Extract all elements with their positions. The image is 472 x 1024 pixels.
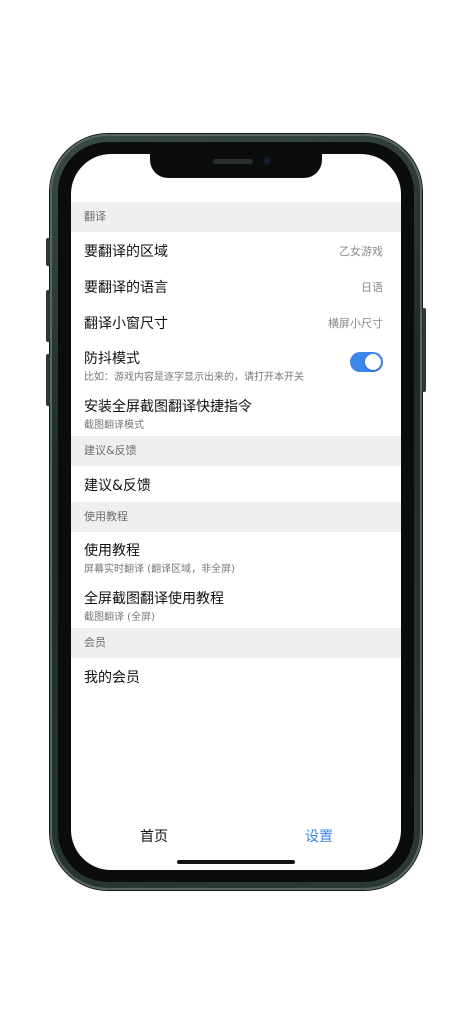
volume-down-button — [46, 354, 50, 406]
setting-subtitle: 屏幕实时翻译 (翻译区域，非全屏) — [84, 564, 235, 575]
settings-list: 翻译 要翻译的区域 乙女游戏 要翻译的语言 日语 翻译小窗尺寸 横屏小尺寸 防抖… — [71, 202, 401, 694]
home-indicator[interactable] — [177, 860, 295, 864]
setting-value: 乙女游戏 — [339, 245, 383, 258]
setting-feedback[interactable]: 建议&反馈 — [71, 466, 401, 502]
setting-subtitle: 截图翻译模式 — [84, 420, 144, 431]
setting-title: 安装全屏截图翻译快捷指令 — [84, 399, 252, 415]
silent-switch — [46, 238, 50, 266]
tab-bar: 首页 设置 — [71, 822, 401, 852]
setting-title: 我的会员 — [84, 670, 140, 686]
setting-usage-tutorial[interactable]: 使用教程 屏幕实时翻译 (翻译区域，非全屏) — [71, 532, 401, 580]
setting-my-membership[interactable]: 我的会员 — [71, 658, 401, 694]
setting-install-shortcut[interactable]: 安装全屏截图翻译快捷指令 截图翻译模式 — [71, 388, 401, 436]
setting-translate-language[interactable]: 要翻译的语言 日语 — [71, 268, 401, 304]
setting-value: 日语 — [361, 281, 383, 294]
setting-title: 防抖模式 — [84, 351, 140, 367]
setting-title: 要翻译的区域 — [84, 244, 168, 260]
section-header-tutorial: 使用教程 — [71, 502, 401, 532]
toggle-switch-icon[interactable] — [350, 352, 383, 372]
front-camera-icon — [263, 157, 271, 165]
notch — [150, 154, 322, 178]
volume-up-button — [46, 290, 50, 342]
toggle-knob — [365, 354, 381, 370]
setting-title: 使用教程 — [84, 543, 140, 559]
setting-window-size[interactable]: 翻译小窗尺寸 横屏小尺寸 — [71, 304, 401, 340]
power-button — [422, 308, 426, 392]
tab-home[interactable]: 首页 — [140, 826, 168, 846]
setting-fullscreen-tutorial[interactable]: 全屏截图翻译使用教程 截图翻译 (全屏) — [71, 580, 401, 628]
setting-subtitle: 截图翻译 (全屏) — [84, 612, 155, 623]
page: 翻译 要翻译的区域 乙女游戏 要翻译的语言 日语 翻译小窗尺寸 横屏小尺寸 防抖… — [0, 0, 472, 1024]
setting-title: 建议&反馈 — [84, 478, 151, 494]
section-header-translate: 翻译 — [71, 202, 401, 232]
setting-subtitle: 比如：游戏内容是逐字显示出来的，请打开本开关 — [84, 372, 304, 383]
setting-anti-shake: 防抖模式 比如：游戏内容是逐字显示出来的，请打开本开关 — [71, 340, 401, 388]
tab-settings[interactable]: 设置 — [305, 826, 333, 846]
speaker-grille — [213, 159, 253, 164]
phone-screen: 翻译 要翻译的区域 乙女游戏 要翻译的语言 日语 翻译小窗尺寸 横屏小尺寸 防抖… — [71, 154, 401, 870]
section-header-feedback: 建议&反馈 — [71, 436, 401, 466]
setting-title: 要翻译的语言 — [84, 280, 168, 296]
setting-value: 横屏小尺寸 — [328, 317, 383, 330]
setting-translate-region[interactable]: 要翻译的区域 乙女游戏 — [71, 232, 401, 268]
section-header-member: 会员 — [71, 628, 401, 658]
setting-title: 翻译小窗尺寸 — [84, 316, 168, 332]
setting-title: 全屏截图翻译使用教程 — [84, 591, 224, 607]
